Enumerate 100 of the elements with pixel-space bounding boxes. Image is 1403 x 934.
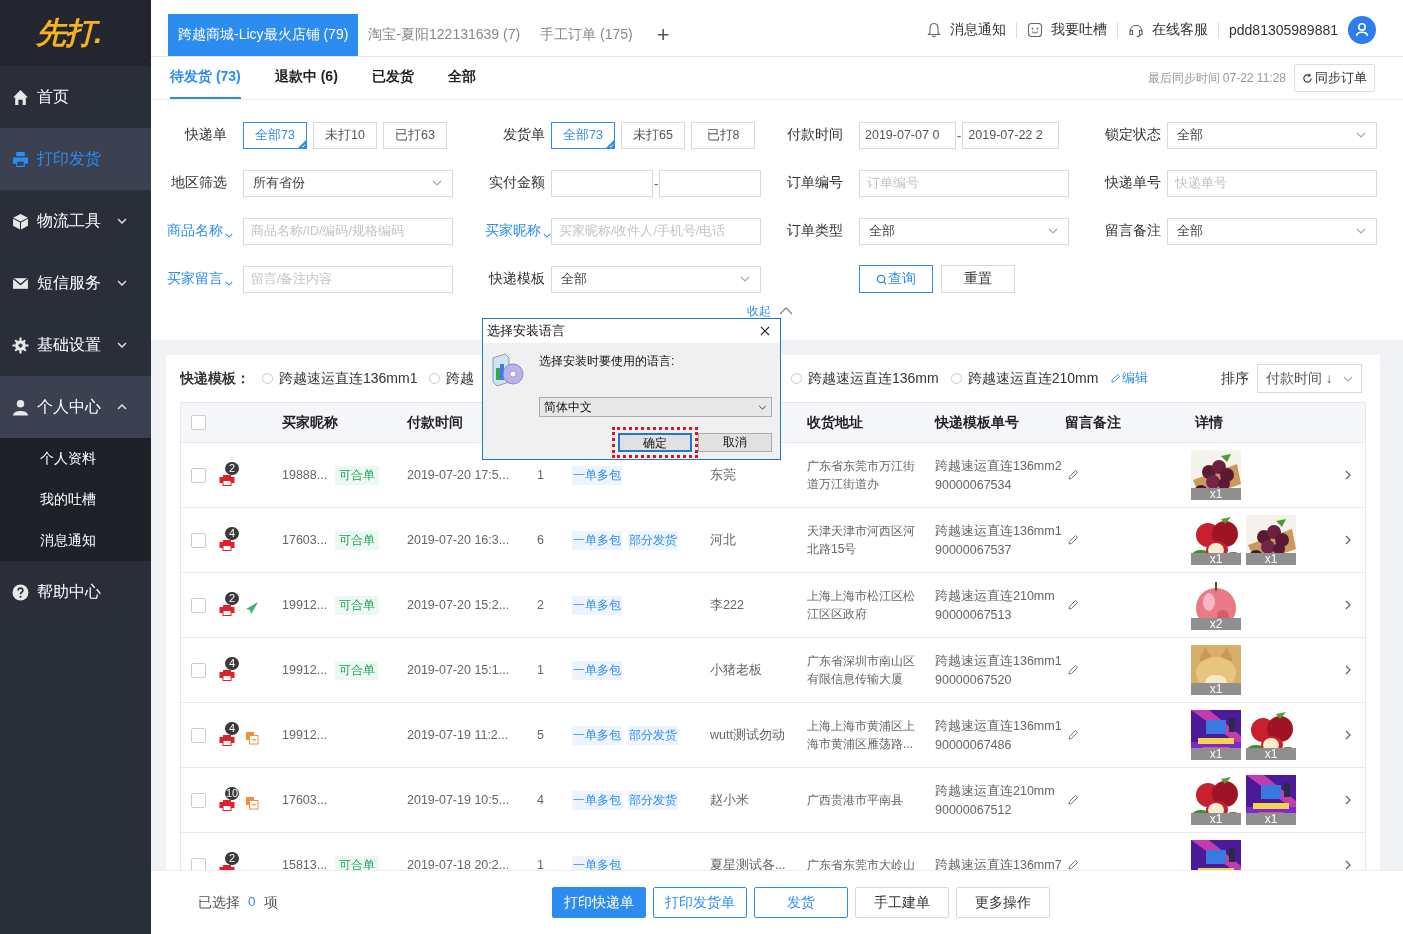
chevron-right-icon[interactable] bbox=[1345, 860, 1351, 870]
pencil-icon[interactable] bbox=[1067, 469, 1079, 481]
menu-item[interactable]: 基础设置 bbox=[0, 314, 151, 376]
input-field[interactable]: 订单编号 bbox=[859, 169, 1069, 197]
submenu-item[interactable]: 个人资料 bbox=[0, 438, 151, 479]
action-button[interactable]: 手工建单 bbox=[854, 887, 949, 918]
add-tab-button[interactable]: + bbox=[642, 14, 684, 56]
pencil-icon[interactable] bbox=[1067, 534, 1079, 546]
row-checkbox[interactable] bbox=[191, 467, 206, 483]
shop-tab[interactable]: 手工订单 (175) bbox=[530, 14, 643, 56]
pencil-icon[interactable] bbox=[1067, 729, 1079, 741]
chevron-right-icon[interactable] bbox=[1345, 470, 1351, 480]
select-field[interactable]: 所有省份 bbox=[243, 169, 453, 197]
start-date-field[interactable]: 2019-07-07 0 bbox=[859, 121, 956, 149]
select-field[interactable]: 全部 bbox=[859, 217, 1069, 245]
status-tab[interactable]: 退款中 (6) bbox=[274, 57, 338, 99]
filter-option[interactable]: 已打8 bbox=[691, 121, 755, 149]
reset-button[interactable]: 重置 bbox=[941, 265, 1015, 293]
header-link[interactable]: 在线客服 bbox=[1152, 20, 1208, 39]
action-button[interactable]: 发货 bbox=[753, 887, 848, 918]
filter-option[interactable]: 未打65 bbox=[621, 121, 685, 149]
pencil-icon[interactable] bbox=[1067, 599, 1079, 611]
item-count: 4 bbox=[537, 793, 544, 807]
template-radio[interactable]: 跨越速运直连136mm1 bbox=[262, 369, 418, 388]
template-radio[interactable]: 跨越速运直连210mm bbox=[950, 369, 1099, 388]
close-icon[interactable] bbox=[760, 326, 770, 336]
select-all-checkbox[interactable] bbox=[191, 415, 206, 430]
chevron-right-icon[interactable] bbox=[1345, 600, 1351, 610]
pencil-icon[interactable] bbox=[1067, 859, 1079, 870]
menu-item[interactable]: 帮助中心 bbox=[0, 561, 151, 623]
collapse-link[interactable]: 收起 bbox=[747, 302, 771, 320]
template-name: 跨越速运直连136mm2 bbox=[935, 458, 1062, 475]
filter-label: 锁定状态 bbox=[1105, 126, 1161, 144]
row-checkbox[interactable] bbox=[191, 857, 206, 870]
filter-dropdown[interactable]: 商品名称 bbox=[167, 222, 233, 240]
pencil-icon[interactable] bbox=[1067, 664, 1079, 676]
menu-item[interactable]: 物流工具 bbox=[0, 190, 151, 252]
template-radio[interactable]: 跨越 bbox=[429, 369, 475, 388]
filter-option[interactable]: 未打10 bbox=[313, 121, 377, 149]
edit-link[interactable]: 编辑 bbox=[1110, 370, 1149, 387]
end-date-field[interactable]: 2019-07-22 2 bbox=[962, 121, 1060, 149]
submenu-item[interactable]: 我的吐槽 bbox=[0, 479, 151, 520]
filter-option[interactable]: 全部73 bbox=[243, 121, 307, 149]
menu-item[interactable]: 首页 bbox=[0, 66, 151, 128]
select-field[interactable]: 全部 bbox=[1167, 217, 1377, 245]
chevron-right-icon[interactable] bbox=[1345, 795, 1351, 805]
row-checkbox[interactable] bbox=[191, 727, 206, 743]
header-link[interactable]: 消息通知 bbox=[950, 20, 1006, 39]
input-field[interactable]: 快递单号 bbox=[1167, 169, 1377, 197]
tracking-number: 90000067534 bbox=[935, 478, 1012, 492]
avatar-icon[interactable] bbox=[1348, 15, 1376, 44]
filter-dropdown[interactable]: 买家昵称 bbox=[485, 222, 551, 240]
row-checkbox[interactable] bbox=[191, 532, 206, 548]
input-field[interactable]: 商品名称/ID/编码/规格编码 bbox=[243, 217, 453, 245]
pencil-icon[interactable] bbox=[1067, 794, 1079, 806]
chevron-down-icon bbox=[225, 281, 233, 286]
mergeable-tag: 可合单 bbox=[335, 595, 380, 615]
submenu-item[interactable]: 消息通知 bbox=[0, 520, 151, 561]
filter-option[interactable]: 全部73 bbox=[551, 121, 615, 149]
min-amount-field[interactable] bbox=[551, 169, 653, 197]
printer-icon bbox=[219, 472, 235, 486]
max-amount-field[interactable] bbox=[659, 169, 762, 197]
shop-tab[interactable]: 淘宝-夏阳122131639 (7) bbox=[358, 14, 531, 56]
language-select[interactable]: 简体中文 bbox=[539, 397, 772, 417]
action-button[interactable]: 更多操作 bbox=[955, 887, 1050, 918]
status-tab[interactable]: 已发货 bbox=[371, 57, 414, 99]
header-link[interactable]: 我要吐槽 bbox=[1051, 20, 1107, 39]
menu-item[interactable]: 短信服务 bbox=[0, 252, 151, 314]
template-label: 快递模板： bbox=[180, 369, 250, 388]
quantity-label: x1 bbox=[1191, 813, 1241, 825]
row-checkbox[interactable] bbox=[191, 792, 206, 808]
chevron-right-icon[interactable] bbox=[1345, 730, 1351, 740]
row-checkbox[interactable] bbox=[191, 662, 206, 678]
cancel-button[interactable]: 取消 bbox=[698, 433, 772, 452]
select-field[interactable]: 全部 bbox=[1167, 121, 1377, 149]
filter-label: 发货单 bbox=[503, 126, 545, 144]
chevron-up-icon[interactable] bbox=[779, 307, 793, 315]
filter-dropdown[interactable]: 买家留言 bbox=[167, 270, 233, 288]
template-radio[interactable]: 跨越速运直连136mm bbox=[791, 369, 939, 388]
action-button[interactable]: 打印发货单 bbox=[652, 887, 747, 918]
user-name[interactable]: pdd81305989881 bbox=[1219, 21, 1348, 38]
input-field[interactable]: 买家昵称/收件人/手机号/电话 bbox=[551, 217, 761, 245]
chevron-right-icon[interactable] bbox=[1345, 535, 1351, 545]
sort-select[interactable]: 付款时间 ↓ bbox=[1257, 364, 1362, 393]
chevron-down-icon bbox=[1356, 132, 1366, 138]
row-checkbox[interactable] bbox=[191, 597, 206, 613]
filter-option[interactable]: 已打63 bbox=[383, 121, 447, 149]
column-header: 详情 bbox=[1195, 413, 1223, 432]
status-tab[interactable]: 全部 bbox=[447, 57, 476, 99]
menu-item[interactable]: 个人中心 bbox=[0, 376, 151, 438]
select-field[interactable]: 全部 bbox=[551, 265, 761, 293]
chevron-right-icon[interactable] bbox=[1345, 665, 1351, 675]
search-button[interactable]: 查询 bbox=[859, 265, 933, 293]
chevron-down-icon bbox=[543, 233, 551, 238]
quantity-label: x1 bbox=[1246, 748, 1296, 760]
shipping-address: 广东省东莞市万江街道万江街道办 bbox=[807, 458, 916, 493]
tracking-number: 90000067520 bbox=[935, 673, 1012, 687]
quantity-label: x1 bbox=[1191, 683, 1241, 695]
quantity-label: x1 bbox=[1246, 813, 1296, 825]
sync-orders-button[interactable]: 同步订单 bbox=[1294, 64, 1375, 92]
